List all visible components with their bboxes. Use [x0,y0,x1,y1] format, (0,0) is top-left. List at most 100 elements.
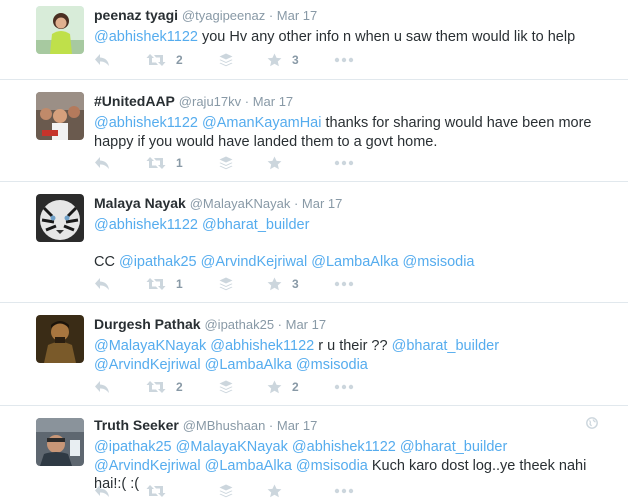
tweet-separator: · [290,196,302,211]
avatar[interactable] [36,418,84,466]
reply-icon [94,484,110,498]
tweet-timestamp[interactable]: Mar 17 [286,317,326,332]
reply-icon [94,380,110,394]
reply-icon [94,156,110,170]
retweet-button[interactable]: 2 [146,380,183,394]
stack-icon [219,156,233,170]
tweet-handle[interactable]: @raju17kv [179,94,241,109]
avatar[interactable] [36,315,84,363]
mention-link[interactable]: @MalayaKNayak [176,439,288,455]
favorite-button[interactable]: 3 [267,53,299,67]
retweet-button[interactable] [146,484,176,498]
tweet-handle[interactable]: @MBhushaan [183,418,266,433]
tweet-text: @abhishek1122 @bharat_builder CC @ipathak… [94,216,606,272]
reply-icon [94,53,110,67]
mention-link[interactable]: @MalayaKNayak [94,338,206,354]
mention-link[interactable]: @abhishek1122 [94,29,198,45]
tweet-handle[interactable]: @MalayaKNayak [190,196,291,211]
tweet-fullname[interactable]: Truth Seeker [94,417,179,433]
avatar[interactable] [36,194,84,242]
star-icon [267,380,282,394]
retweet-button[interactable]: 2 [146,53,183,67]
mention-link[interactable]: @msisodia [403,254,475,270]
tweet: Malaya Nayak @MalayaKNayak · Mar 17 @abh… [0,182,628,303]
more-button[interactable] [334,281,354,287]
tweet-fullname[interactable]: Malaya Nayak [94,195,186,211]
mention-link[interactable]: @LambaAlka [205,357,292,373]
reply-button[interactable] [94,53,110,67]
tweet-handle[interactable]: @tyagipeenaz [182,8,265,23]
buffer-button[interactable] [219,156,233,170]
buffer-button[interactable] [219,277,233,291]
mention-link[interactable]: @AmanKayamHai [202,115,321,131]
buffer-button[interactable] [219,380,233,394]
more-button[interactable] [334,57,354,63]
favorite-count: 3 [292,277,299,291]
mention-link[interactable]: @ArvindKejriwal [94,458,201,474]
favorite-button[interactable] [267,484,292,498]
buffer-button[interactable] [219,484,233,498]
retweet-count: 2 [176,380,183,394]
mention-link[interactable]: @abhishek1122 [94,217,198,233]
tweet-fullname[interactable]: peenaz tyagi [94,7,178,23]
reply-button[interactable] [94,277,110,291]
mention-link[interactable]: @ArvindKejriwal [201,254,308,270]
mention-link[interactable]: @msisodia [296,458,368,474]
star-icon [267,484,282,498]
more-button[interactable] [334,488,354,494]
globe-icon[interactable] [586,416,598,434]
tweet-fullname[interactable]: #UnitedAAP [94,93,175,109]
more-dots-icon [334,384,354,390]
mention-link[interactable]: @LambaAlka [205,458,292,474]
tweet-timestamp[interactable]: Mar 17 [302,196,342,211]
mention-link[interactable]: @abhishek1122 [94,115,198,131]
tweet: Durgesh Pathak @ipathak25 · Mar 17 @Mala… [0,303,628,406]
mention-link[interactable]: @ArvindKejriwal [94,357,201,373]
tweet-timestamp[interactable]: Mar 17 [277,8,317,23]
tweet-text: @abhishek1122 @AmanKayamHai thanks for s… [94,114,606,151]
star-icon [267,53,282,67]
mention-link[interactable]: @abhishek1122 [292,439,396,455]
retweet-icon [146,380,166,394]
more-dots-icon [334,160,354,166]
tweet: Truth Seeker @MBhushaan · Mar 17 @ipatha… [0,406,628,501]
mention-link[interactable]: @bharat_builder [202,217,309,233]
tweet-text-segment: you Hv any other info n when u saw them … [197,29,576,45]
avatar[interactable] [36,6,84,54]
tweet: peenaz tyagi @tyagipeenaz · Mar 17 @abhi… [0,0,628,80]
retweet-button[interactable]: 1 [146,277,183,291]
more-button[interactable] [334,160,354,166]
retweet-count: 1 [176,156,183,170]
mention-link[interactable]: @ipathak25 [94,439,172,455]
mention-link[interactable]: @LambaAlka [311,254,398,270]
tweet-separator: · [241,94,253,109]
buffer-button[interactable] [219,53,233,67]
reply-button[interactable] [94,380,110,394]
favorite-count: 2 [292,380,299,394]
tweet-timestamp[interactable]: Mar 17 [253,94,293,109]
mention-link[interactable]: @abhishek1122 [210,338,314,354]
more-dots-icon [334,57,354,63]
retweet-icon [146,53,166,67]
retweet-button[interactable]: 1 [146,156,183,170]
tweet-text: @MalayaKNayak @abhishek1122 r u their ??… [94,337,606,374]
tweet-text-segment: CC [94,254,119,270]
favorite-button[interactable]: 3 [267,277,299,291]
retweet-icon [146,156,166,170]
mention-link[interactable]: @msisodia [296,357,368,373]
tweet-handle[interactable]: @ipathak25 [204,317,274,332]
stack-icon [219,53,233,67]
favorite-button[interactable] [267,156,292,170]
mention-link[interactable]: @bharat_builder [400,439,507,455]
more-button[interactable] [334,384,354,390]
tweet-fullname[interactable]: Durgesh Pathak [94,316,201,332]
tweet-text: @abhishek1122 you Hv any other info n wh… [94,28,606,47]
reply-button[interactable] [94,156,110,170]
favorite-button[interactable]: 2 [267,380,299,394]
tweet-timestamp[interactable]: Mar 17 [277,418,317,433]
mention-link[interactable]: @ipathak25 [119,254,197,270]
retweet-icon [146,484,166,498]
avatar[interactable] [36,92,84,140]
mention-link[interactable]: @bharat_builder [392,338,499,354]
reply-button[interactable] [94,484,110,498]
